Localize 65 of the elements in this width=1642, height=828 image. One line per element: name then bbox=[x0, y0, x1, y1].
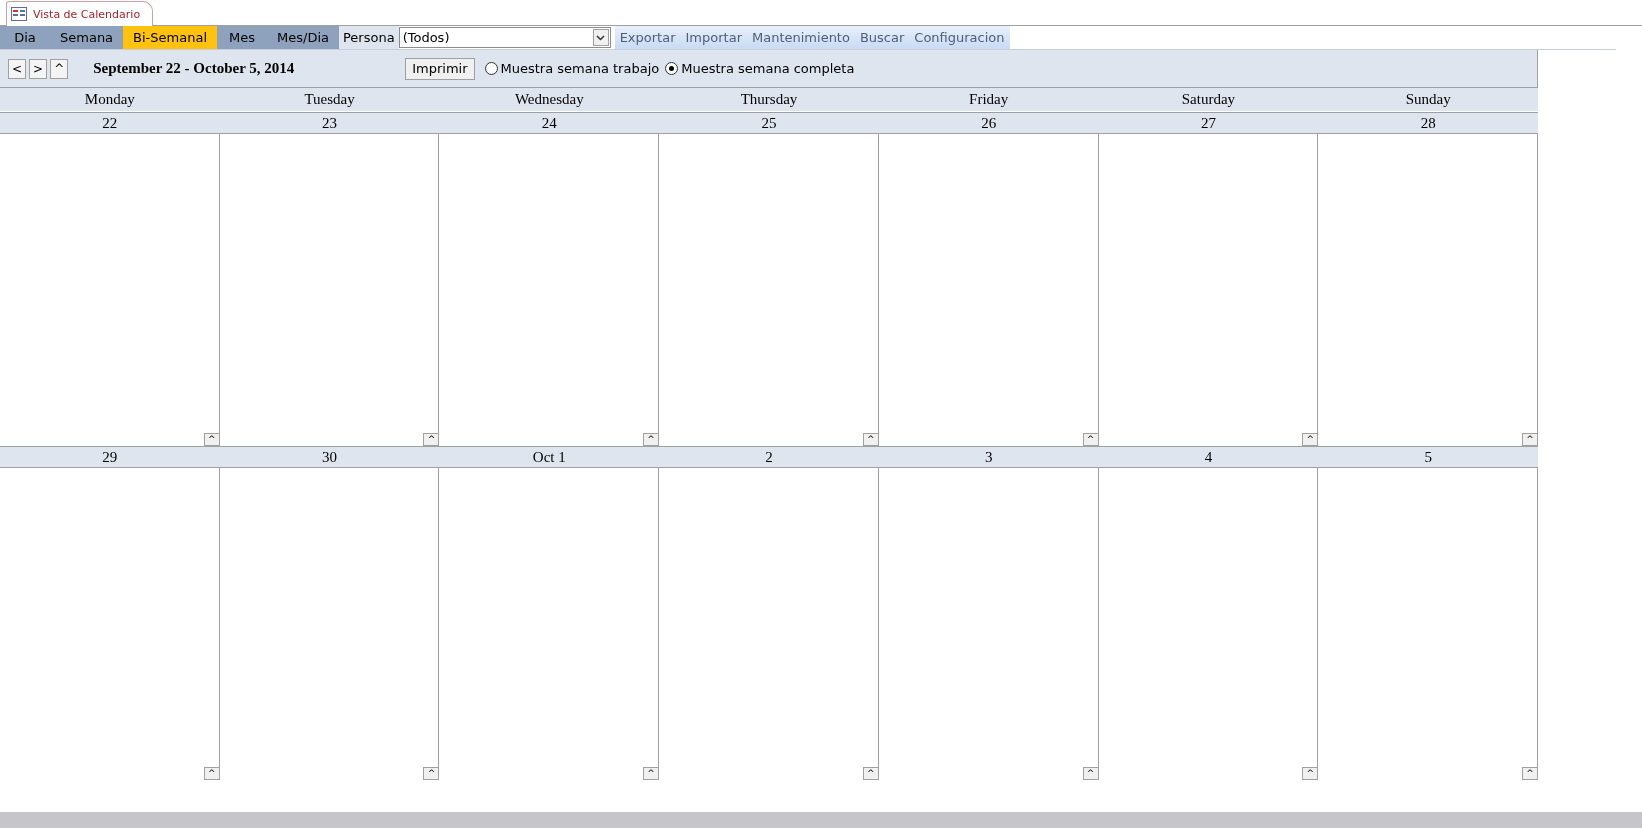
date-label: Oct 1 bbox=[531, 448, 567, 466]
expand-button[interactable]: ^ bbox=[423, 767, 440, 780]
expand-button[interactable]: ^ bbox=[1522, 433, 1538, 446]
view-tab[interactable]: Mes/Dia bbox=[267, 26, 339, 49]
expand-button[interactable]: ^ bbox=[643, 767, 660, 780]
weekday-header: Monday bbox=[83, 91, 136, 108]
toolbar-button[interactable]: Importar bbox=[680, 26, 747, 49]
date-label: 25 bbox=[760, 114, 778, 132]
expand-button[interactable]: ^ bbox=[862, 767, 879, 780]
date-label: 4 bbox=[1203, 448, 1214, 466]
week-radio[interactable]: Muestra semana trabajo bbox=[484, 61, 660, 76]
persona-label: Persona bbox=[339, 26, 399, 49]
view-tab[interactable]: Bi-Semanal bbox=[123, 26, 217, 49]
print-button[interactable]: Imprimir bbox=[405, 57, 475, 80]
date-range-title: September 22 - October 5, 2014 bbox=[93, 60, 296, 77]
toolbar-button[interactable]: Exportar bbox=[614, 26, 681, 49]
weekday-header: Thursday bbox=[739, 91, 799, 108]
weekday-header: Saturday bbox=[1180, 91, 1237, 108]
toolbar-button[interactable]: Buscar bbox=[854, 26, 910, 49]
form-icon bbox=[11, 7, 27, 21]
date-label: 5 bbox=[1423, 448, 1433, 466]
expand-button[interactable]: ^ bbox=[1302, 767, 1319, 780]
nav-button[interactable]: < bbox=[8, 58, 27, 79]
expand-button[interactable]: ^ bbox=[1082, 433, 1099, 446]
weekday-header: Wednesday bbox=[513, 91, 585, 108]
weekday-header: Friday bbox=[968, 91, 1010, 108]
weekday-header: Tuesday bbox=[303, 91, 356, 108]
day-cell[interactable]: ^ bbox=[439, 468, 660, 780]
date-label: 3 bbox=[983, 448, 994, 466]
toolbar-button[interactable]: Configuracion bbox=[909, 26, 1010, 49]
nav-button[interactable]: > bbox=[29, 58, 48, 79]
date-label: 26 bbox=[980, 114, 998, 132]
expand-button[interactable]: ^ bbox=[423, 433, 440, 446]
expand-button[interactable]: ^ bbox=[1522, 767, 1538, 780]
day-cell[interactable]: ^ bbox=[659, 468, 879, 780]
week-radio[interactable]: Muestra semana completa bbox=[665, 61, 855, 76]
date-label: 30 bbox=[321, 448, 339, 466]
expand-button[interactable]: ^ bbox=[643, 433, 660, 446]
document-tab[interactable]: Vista de Calendario bbox=[6, 1, 154, 26]
date-label: 27 bbox=[1199, 114, 1217, 132]
date-label: 2 bbox=[764, 448, 774, 466]
day-cell[interactable]: ^ bbox=[0, 468, 220, 780]
date-label: 28 bbox=[1419, 114, 1437, 132]
view-tab[interactable]: Dia bbox=[0, 26, 50, 49]
expand-button[interactable]: ^ bbox=[1082, 767, 1099, 780]
day-cell[interactable]: ^ bbox=[1318, 468, 1538, 780]
date-label: 24 bbox=[540, 114, 558, 132]
date-label: 23 bbox=[321, 114, 339, 132]
nav-button[interactable]: ^ bbox=[50, 58, 69, 79]
toolbar-button[interactable]: Mantenimiento bbox=[747, 26, 855, 49]
expand-button[interactable]: ^ bbox=[203, 433, 220, 446]
view-tab[interactable]: Mes bbox=[217, 26, 267, 49]
day-cell[interactable]: ^ bbox=[219, 468, 440, 780]
date-label: 22 bbox=[101, 114, 119, 132]
day-cell[interactable]: ^ bbox=[1098, 468, 1319, 780]
weekday-header: Sunday bbox=[1404, 91, 1452, 108]
date-label: 29 bbox=[101, 448, 119, 466]
expand-button[interactable]: ^ bbox=[862, 433, 879, 446]
expand-button[interactable]: ^ bbox=[1302, 433, 1319, 446]
day-cell[interactable]: ^ bbox=[878, 468, 1099, 780]
expand-button[interactable]: ^ bbox=[203, 767, 220, 780]
dropdown-button[interactable] bbox=[592, 29, 609, 46]
chevron-down-icon bbox=[596, 34, 606, 41]
view-tab[interactable]: Semana bbox=[50, 26, 124, 49]
persona-combo[interactable]: (Todos) bbox=[398, 27, 611, 48]
